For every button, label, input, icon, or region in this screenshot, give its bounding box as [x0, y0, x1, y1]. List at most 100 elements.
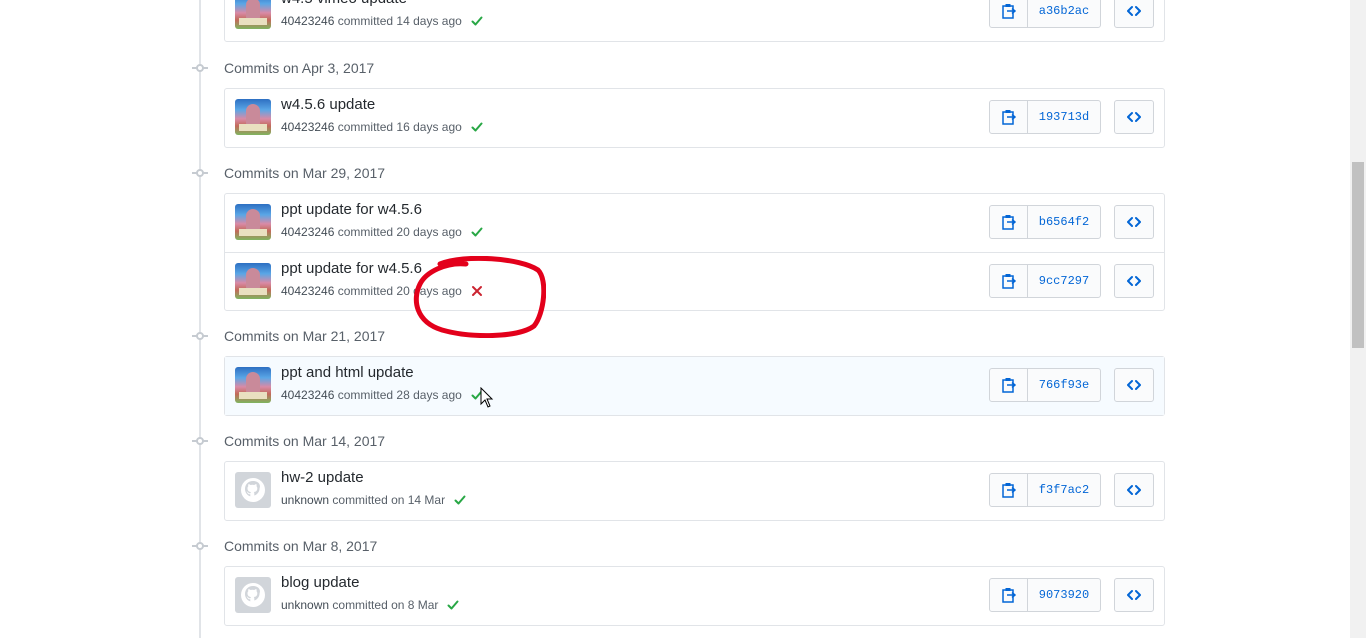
photo-avatar[interactable] [235, 367, 271, 403]
commit-group-0: w4.5 vimeo update 40423246 committed 14 d… [224, 0, 1165, 42]
build-success-status[interactable] [453, 493, 467, 507]
commit-group-header: Commits on Mar 8, 2017 [190, 534, 377, 558]
commit-sha-link[interactable]: 766f93e [1028, 369, 1100, 401]
commit-sha-button-group: 766f93e [989, 368, 1101, 402]
build-success-status[interactable] [446, 598, 460, 612]
browse-code-button[interactable] [1114, 100, 1154, 134]
commit-group-4: hw-2 update unknown committed on 14 Mar f3… [224, 461, 1165, 521]
commit-time: committed 20 days ago [337, 284, 462, 298]
build-success-status[interactable] [470, 14, 484, 28]
build-success-status[interactable] [470, 120, 484, 134]
scrollbar-thumb[interactable] [1352, 162, 1364, 348]
group-date-title: Commits on Apr 3, 2017 [224, 60, 375, 76]
clipboard-icon [1001, 378, 1016, 393]
commit-sha-button-group: 9073920 [989, 578, 1101, 612]
copy-sha-button[interactable] [990, 101, 1028, 133]
group-date-title: Commits on Mar 29, 2017 [224, 165, 386, 181]
commit-row: ppt update for w4.5.6 40423246 committed … [225, 252, 1164, 310]
commit-author-link[interactable]: 40423246 [281, 225, 334, 239]
commit-sha-button-group: f3f7ac2 [989, 473, 1101, 507]
commit-sha-button-group: 9cc7297 [989, 264, 1101, 298]
commit-author-link[interactable]: 40423246 [281, 388, 334, 402]
clipboard-icon [1001, 588, 1016, 603]
commit-row: hw-2 update unknown committed on 14 Mar f3… [225, 462, 1164, 520]
commit-author-link[interactable]: 40423246 [281, 284, 334, 298]
commit-sha-link[interactable]: b6564f2 [1028, 206, 1100, 238]
code-icon [1127, 380, 1141, 390]
avatar-base [239, 124, 267, 131]
browse-code-button[interactable] [1114, 264, 1154, 298]
commit-message-link[interactable]: ppt and html update [281, 364, 414, 381]
commit-row: ppt update for w4.5.6 40423246 committed … [225, 194, 1164, 252]
copy-sha-button[interactable] [990, 206, 1028, 238]
browse-code-button[interactable] [1114, 473, 1154, 507]
commit-message-link[interactable]: w4.5.6 update [281, 96, 375, 113]
group-date-title: Commits on Mar 21, 2017 [224, 328, 386, 344]
commit-author-link[interactable]: unknown [281, 493, 329, 507]
avatar-base [239, 229, 267, 236]
commit-sha-link[interactable]: f3f7ac2 [1028, 474, 1100, 506]
commit-message-link[interactable]: w4.5 vimeo update [281, 0, 407, 7]
clipboard-icon [1001, 215, 1016, 230]
page-scrollbar[interactable] [1350, 0, 1366, 638]
commit-time: committed on 8 Mar [332, 598, 439, 612]
clipboard-icon [1001, 483, 1016, 498]
build-failure-status[interactable] [470, 284, 484, 298]
browse-code-button[interactable] [1114, 368, 1154, 402]
code-icon [1127, 112, 1141, 122]
check-icon [454, 495, 466, 505]
commit-author-link[interactable]: unknown [281, 598, 329, 612]
copy-sha-button[interactable] [990, 265, 1028, 297]
commit-row: w4.5 vimeo update 40423246 committed 14 d… [225, 0, 1164, 41]
copy-sha-button[interactable] [990, 0, 1028, 27]
check-icon [447, 600, 459, 610]
commit-message-link[interactable]: ppt update for w4.5.6 [281, 260, 422, 277]
build-success-status[interactable] [470, 225, 484, 239]
commit-sha-link[interactable]: 9cc7297 [1028, 265, 1100, 297]
photo-avatar[interactable] [235, 263, 271, 299]
check-icon [471, 122, 483, 132]
commit-message-link[interactable]: hw-2 update [281, 469, 364, 486]
commit-sha-button-group: a36b2ac [989, 0, 1101, 28]
x-icon [471, 286, 482, 296]
ghost-avatar[interactable] [235, 577, 271, 613]
avatar-figure [246, 268, 260, 290]
commit-group-2: ppt update for w4.5.6 40423246 committed … [224, 193, 1165, 311]
group-date-title: Commits on Mar 14, 2017 [224, 433, 386, 449]
copy-sha-button[interactable] [990, 369, 1028, 401]
commit-group-5: blog update unknown committed on 8 Mar 907… [224, 566, 1165, 626]
commit-history: w4.5 vimeo update 40423246 committed 14 d… [0, 0, 1350, 638]
commit-sha-link[interactable]: 9073920 [1028, 579, 1100, 611]
commit-row: w4.5.6 update 40423246 committed 16 days … [225, 89, 1164, 147]
github-octocat-icon [241, 583, 265, 607]
commit-message-link[interactable]: ppt update for w4.5.6 [281, 201, 422, 218]
code-icon [1127, 217, 1141, 227]
commit-meta: 40423246 committed 20 days ago [281, 284, 484, 298]
code-icon [1127, 590, 1141, 600]
commit-meta: 40423246 committed 14 days ago [281, 14, 484, 28]
copy-sha-button[interactable] [990, 474, 1028, 506]
copy-sha-button[interactable] [990, 579, 1028, 611]
browse-code-button[interactable] [1114, 205, 1154, 239]
photo-avatar[interactable] [235, 0, 271, 29]
commit-time: committed 14 days ago [337, 14, 462, 28]
avatar-figure [246, 0, 260, 20]
timeline-commit-icon [190, 58, 210, 78]
commit-sha-link[interactable]: a36b2ac [1028, 0, 1100, 27]
photo-avatar[interactable] [235, 99, 271, 135]
browse-code-button[interactable] [1114, 0, 1154, 28]
group-date-title: Commits on Mar 8, 2017 [224, 538, 378, 554]
timeline-commit-icon [190, 536, 210, 556]
commit-message-link[interactable]: blog update [281, 574, 359, 591]
commit-author-link[interactable]: 40423246 [281, 14, 334, 28]
code-icon [1127, 276, 1141, 286]
check-icon [471, 227, 483, 237]
avatar-base [239, 392, 267, 399]
photo-avatar[interactable] [235, 204, 271, 240]
commit-author-link[interactable]: 40423246 [281, 120, 334, 134]
commit-sha-link[interactable]: 193713d [1028, 101, 1100, 133]
commit-meta: 40423246 committed 20 days ago [281, 225, 484, 239]
ghost-avatar[interactable] [235, 472, 271, 508]
browse-code-button[interactable] [1114, 578, 1154, 612]
avatar-figure [246, 209, 260, 231]
